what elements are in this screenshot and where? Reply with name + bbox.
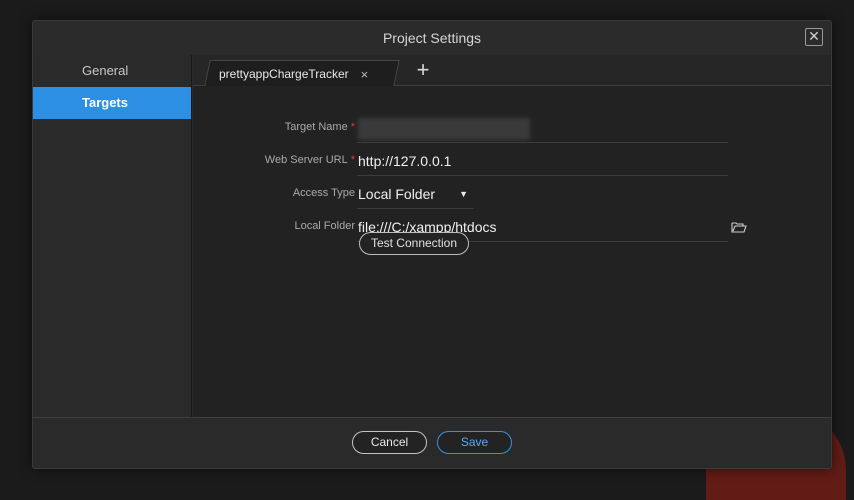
sidebar-item-label: General: [82, 63, 129, 78]
web-server-url-row: Web Server URL * http://127.0.0.1: [193, 146, 831, 176]
access-type-label: Access Type: [292, 187, 355, 199]
redacted-target-name: [358, 118, 530, 140]
target-name-label: Target Name *: [284, 121, 355, 133]
sidebar-item-general[interactable]: General: [33, 55, 191, 87]
project-settings-dialog: Project Settings ✕ General Targets prett…: [32, 20, 832, 469]
dialog-title: Project Settings: [382, 30, 482, 46]
dialog-footer: Cancel Save: [33, 417, 831, 468]
access-type-value: Local Folder: [358, 186, 436, 202]
required-marker: *: [350, 121, 355, 133]
access-type-row: Access Type Local Folder ▼: [193, 179, 831, 209]
web-server-url-label: Web Server URL *: [264, 154, 355, 166]
close-button[interactable]: ✕: [805, 28, 823, 46]
folder-open-icon[interactable]: [731, 221, 747, 233]
dialog-titlebar: Project Settings ✕: [33, 21, 831, 55]
sidebar-item-targets[interactable]: Targets: [33, 87, 191, 119]
save-button[interactable]: Save: [437, 431, 512, 454]
chevron-down-icon: ▼: [459, 189, 468, 199]
local-folder-label: Local Folder: [294, 220, 355, 232]
plus-icon: +: [416, 57, 430, 82]
settings-sidebar: General Targets: [33, 55, 192, 417]
tab-label: prettyappChargeTracker: [219, 67, 349, 81]
local-folder-row: Local Folder file:///C:/xampp/htdocs: [193, 212, 831, 242]
targets-panel: prettyappChargeTracker × + Target Name * …: [193, 55, 831, 417]
web-server-url-field[interactable]: http://127.0.0.1: [357, 146, 728, 176]
cancel-button[interactable]: Cancel: [352, 431, 427, 454]
access-type-select[interactable]: Local Folder ▼: [357, 179, 474, 209]
tab-content: prettyappChargeTracker ×: [219, 63, 399, 85]
test-connection-button[interactable]: Test Connection: [359, 232, 469, 255]
add-target-button[interactable]: +: [412, 59, 434, 83]
sidebar-item-label: Targets: [82, 95, 128, 110]
target-name-row: Target Name *: [193, 113, 831, 143]
required-marker: *: [350, 154, 355, 166]
close-icon: ✕: [808, 28, 820, 44]
tab-close-icon[interactable]: ×: [361, 67, 369, 82]
target-tabstrip: prettyappChargeTracker × +: [193, 55, 831, 86]
